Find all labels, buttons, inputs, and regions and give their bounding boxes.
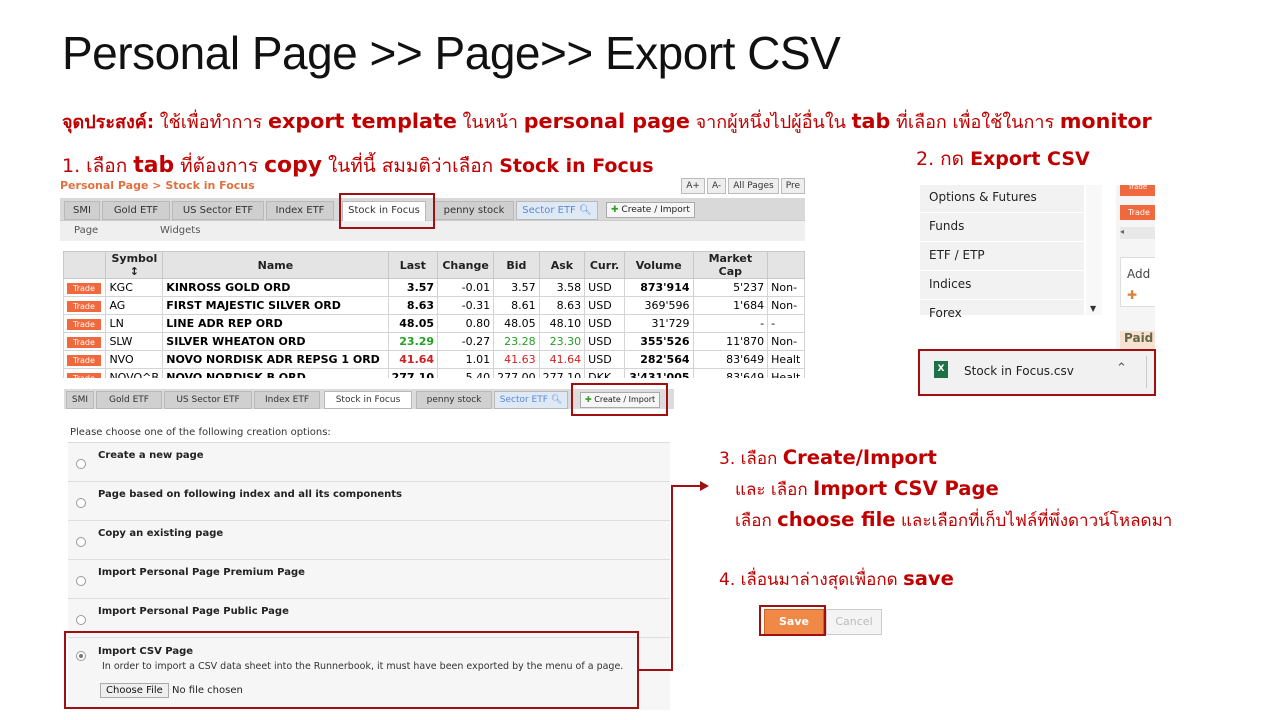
subtab-widgets[interactable]: Widgets	[160, 225, 200, 236]
tab-sector-etf[interactable]: Sector ETF 🔍︎	[494, 391, 568, 409]
trade-button[interactable]: Trade	[1120, 205, 1155, 220]
purpose-text: จุดประสงค์: ใช้เพื่อทำการ export templat…	[62, 109, 1152, 133]
font-smaller-button[interactable]: A-	[706, 178, 727, 194]
option-import-premium[interactable]: Import Personal Page Premium Page	[68, 559, 670, 598]
trade-button[interactable]: Trade	[67, 373, 101, 378]
cancel-button[interactable]: Cancel	[826, 609, 882, 635]
col-curr[interactable]: Curr.	[584, 251, 625, 279]
scroll-left-icon[interactable]: ◂	[1120, 227, 1155, 239]
breadcrumb-current: Stock in Focus	[165, 179, 255, 192]
purpose-label: จุดประสงค์:	[62, 112, 155, 133]
highlight-create-import	[571, 383, 668, 416]
table-row: Trade LN LINE ADR REP ORD 48.05 0.80 48.…	[62, 314, 805, 333]
col-change[interactable]: Change	[437, 251, 495, 279]
menu-item-funds[interactable]: Funds	[929, 219, 964, 233]
col-name[interactable]: Name	[162, 251, 389, 279]
step2-instruction: 2. กด Export CSV	[916, 148, 1090, 170]
table-row: Trade SLW SILVER WHEATON ORD 23.29 -0.27…	[62, 332, 805, 351]
stock-table: Symbol ↕ Name Last Change Bid Ask Curr. …	[62, 251, 805, 378]
menu-item-indices[interactable]: Indices	[929, 277, 971, 291]
radio-button[interactable]	[76, 615, 86, 625]
tab-smi[interactable]: SMI	[64, 201, 100, 220]
export-menu-screenshot: Options & Futures Funds ETF / ETP Indice…	[920, 185, 1155, 350]
tab-smi[interactable]: SMI	[66, 391, 94, 409]
trade-button[interactable]: Trade	[67, 355, 101, 366]
radio-button[interactable]	[76, 498, 86, 508]
highlight-save	[759, 605, 826, 636]
tab-index-etf[interactable]: Index ETF	[266, 201, 334, 220]
font-size-controls: A+ A- All Pages Pre	[679, 178, 805, 194]
trade-button[interactable]: Trade	[67, 337, 101, 348]
table-row: Trade AG FIRST MAJESTIC SILVER ORD 8.63 …	[62, 296, 805, 315]
col-volume[interactable]: Volume	[623, 251, 694, 279]
tab-index-etf[interactable]: Index ETF	[254, 391, 320, 409]
trade-button[interactable]: Trade	[67, 301, 101, 312]
all-pages-button[interactable]: All Pages	[728, 178, 779, 194]
step4-instruction: 4. เลื่อนมาล่างสุดเพื่อกด save	[719, 567, 954, 590]
paid-label: Paid	[1120, 331, 1155, 350]
trade-button[interactable]: Trade	[67, 319, 101, 330]
sort-icon: ↕	[129, 265, 139, 278]
plus-icon[interactable]: ✚	[1127, 288, 1137, 302]
tab-us-sector-etf[interactable]: US Sector ETF	[164, 391, 252, 409]
menu-item-etf-etp[interactable]: ETF / ETP	[929, 248, 985, 262]
tab-penny-stock[interactable]: penny stock	[416, 391, 492, 409]
creation-prompt: Please choose one of the following creat…	[70, 427, 331, 438]
option-create-new[interactable]: Create a new page	[68, 442, 670, 481]
col-ask[interactable]: Ask	[538, 251, 586, 279]
create-import-button[interactable]: ✚ Create / Import	[606, 202, 695, 218]
subtab-page[interactable]: Page	[74, 225, 98, 236]
highlight-import-csv	[64, 631, 639, 709]
option-copy-existing[interactable]: Copy an existing page	[68, 520, 670, 559]
menu-item-forex[interactable]: Forex	[929, 306, 962, 320]
tab-gold-etf[interactable]: Gold ETF	[96, 391, 162, 409]
radio-button[interactable]	[76, 537, 86, 547]
scroll-down-icon[interactable]: ▼	[1090, 304, 1096, 313]
radio-button[interactable]	[76, 576, 86, 586]
radio-button[interactable]	[76, 459, 86, 469]
table-row: Trade NOVO^B NOVO NORDISK B ORD 277.10 5…	[62, 368, 805, 378]
step1-instruction: 1. เลือก tab ที่ต้องการ copy ในที่นี้ สม…	[62, 153, 654, 178]
menu-item-options-futures[interactable]: Options & Futures	[929, 190, 1037, 204]
col-symbol[interactable]: Symbol ↕	[105, 251, 164, 279]
table-row: Trade KGC KINROSS GOLD ORD 3.57 -0.01 3.…	[62, 278, 805, 297]
tab-penny-stock[interactable]: penny stock	[434, 201, 514, 220]
highlight-download	[918, 349, 1156, 396]
tab-stock-in-focus[interactable]: Stock in Focus	[324, 391, 412, 409]
add-label: Add	[1127, 267, 1151, 281]
slide-title: Personal Page >> Page>> Export CSV	[62, 27, 841, 79]
search-icon: 🔍︎	[550, 395, 563, 405]
tab-us-sector-etf[interactable]: US Sector ETF	[172, 201, 264, 220]
col-bid[interactable]: Bid	[493, 251, 540, 279]
trade-button[interactable]: Trade	[1120, 185, 1155, 196]
tab-sector-etf[interactable]: Sector ETF 🔍︎	[516, 201, 598, 220]
font-larger-button[interactable]: A+	[681, 178, 705, 194]
table-row: Trade NVO NOVO NORDISK ADR REPSG 1 ORD 4…	[62, 350, 805, 369]
highlight-stock-in-focus	[339, 193, 435, 229]
breadcrumb-personal-page[interactable]: Personal Page	[60, 179, 148, 192]
trade-button[interactable]: Trade	[67, 283, 101, 294]
right-panel: Trade Trade ◂ Add ✚ Paid	[1116, 185, 1155, 350]
col-market-cap[interactable]: Market Cap	[692, 251, 769, 279]
prev-button[interactable]: Pre	[780, 178, 805, 194]
tab-gold-etf[interactable]: Gold ETF	[102, 201, 170, 220]
arrow-connector	[638, 481, 709, 671]
col-last[interactable]: Last	[387, 251, 439, 279]
option-page-based-index[interactable]: Page based on following index and all it…	[68, 481, 670, 520]
search-icon: 🔍︎	[579, 205, 592, 216]
plus-icon: ✚	[611, 205, 619, 215]
menu-scrollbar[interactable]: ▼	[1086, 185, 1102, 315]
step3-instruction: 3. เลือก Create/Import และ เลือก Import …	[719, 446, 1173, 531]
dropdown-menu: Options & Futures Funds ETF / ETP Indice…	[920, 185, 1084, 320]
breadcrumb: Personal Page > Stock in Focus	[60, 179, 255, 192]
